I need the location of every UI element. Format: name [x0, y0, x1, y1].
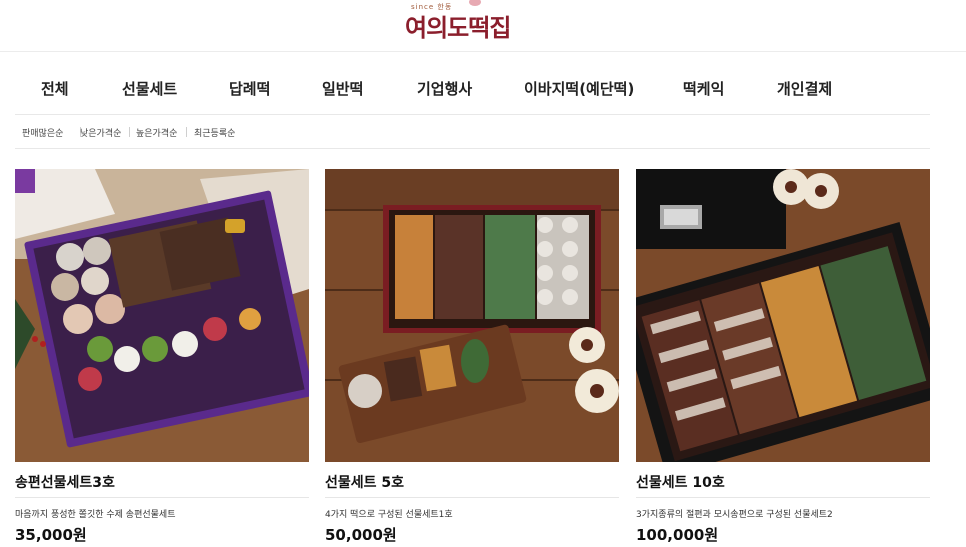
product-card[interactable]: 송편선물세트3호 마음까지 풍성한 쫄깃한 수제 송편선물세트 35,000원: [15, 169, 309, 547]
site-header: since 한동 여의도떡집: [0, 0, 966, 52]
sort-divider: [186, 127, 187, 137]
nav-item-ibaji[interactable]: 이바지떡(예단떡): [524, 78, 634, 99]
nav-item-rice-cake[interactable]: 떡케익: [683, 78, 724, 99]
sort-recent[interactable]: 최근등록순: [194, 126, 235, 139]
product-description: 3가지종류의 절편과 모시송편으로 구성된 선물세트2: [636, 510, 833, 520]
product-price: 50,000원: [325, 526, 397, 544]
sort-best-selling[interactable]: 판매많은순: [22, 126, 63, 139]
product-description: 마음까지 풍성한 쫄깃한 수제 송편선물세트: [15, 510, 176, 520]
nav-item-general[interactable]: 일반떡: [322, 78, 363, 99]
product-description: 4가지 떡으로 구성된 선물세트1호: [325, 510, 453, 520]
product-image[interactable]: [636, 169, 930, 462]
product-name[interactable]: 송편선물세트3호: [15, 472, 115, 492]
nav-item-return-gift[interactable]: 답례떡: [229, 78, 270, 99]
logo-text: 여의도떡집: [405, 13, 511, 42]
product-name[interactable]: 선물세트 10호: [636, 472, 725, 492]
sort-high-price[interactable]: 높은가격순: [136, 126, 177, 139]
nav-item-corporate[interactable]: 기업행사: [417, 78, 472, 99]
product-card[interactable]: 선물세트 5호 4가지 떡으로 구성된 선물세트1호 50,000원: [325, 169, 619, 547]
product-divider: [15, 497, 309, 498]
product-divider: [636, 497, 930, 498]
product-price: 100,000원: [636, 526, 719, 544]
sort-low-price[interactable]: 낮은가격순: [80, 126, 121, 139]
product-image[interactable]: [325, 169, 619, 462]
product-image[interactable]: [15, 169, 309, 462]
sort-divider: [129, 127, 130, 137]
logo-flower-icon: [469, 0, 481, 6]
nav-item-all[interactable]: 전체: [41, 78, 69, 99]
category-nav: 전체 선물세트 답례떡 일반떡 기업행사 이바지떡(예단떡) 떡케익 개인결제: [0, 70, 966, 110]
product-divider: [325, 497, 619, 498]
nav-item-gift-set[interactable]: 선물세트: [122, 78, 177, 99]
site-logo[interactable]: since 한동 여의도떡집: [405, 0, 545, 44]
nav-item-payment[interactable]: 개인결제: [777, 78, 832, 99]
product-name[interactable]: 선물세트 5호: [325, 472, 404, 492]
product-card[interactable]: 선물세트 10호 3가지종류의 절편과 모시송편으로 구성된 선물세트2 100…: [636, 169, 930, 547]
product-price: 35,000원: [15, 526, 87, 544]
sort-bar: 판매많은순 낮은가격순 높은가격순 최근등록순: [15, 114, 930, 149]
